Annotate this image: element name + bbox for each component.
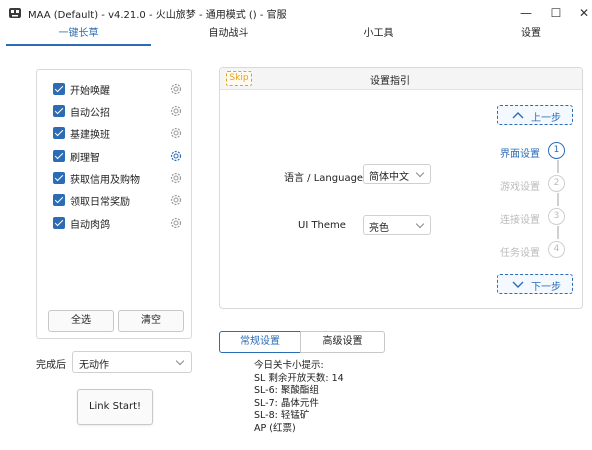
theme-value: 亮色	[369, 223, 389, 234]
task-label: 刷理智	[70, 152, 100, 164]
tab-settings[interactable]: 设置	[456, 25, 592, 47]
task-label: 自动公招	[70, 107, 110, 119]
gear-icon[interactable]	[169, 216, 183, 230]
link-start-button[interactable]: Link Start!	[77, 389, 153, 425]
gear-icon[interactable]	[169, 149, 183, 163]
theme-label: UI Theme	[298, 220, 346, 231]
tab-advanced-settings[interactable]: 高级设置	[300, 331, 385, 353]
stage-tips: 今日关卡小提示: SL 剩余开放天数: 14 SL-6: 聚酸酯组 SL-7: …	[254, 360, 344, 435]
task-checkbox[interactable]	[53, 127, 65, 139]
language-label: 语言 / Language	[284, 173, 364, 184]
task-item-daily-rewards[interactable]: 领取日常奖励	[53, 191, 183, 209]
settings-guide-panel: Skip 设置指引 语言 / Language 简体中文 UI Theme 亮色…	[219, 67, 583, 309]
title-bar: MAA (Default) - v4.21.0 - 火山旅梦 - 通用模式 ()…	[0, 0, 592, 26]
close-button[interactable]: ✕	[562, 0, 592, 26]
step-number-3[interactable]: 3	[548, 208, 565, 225]
language-value: 简体中文	[369, 172, 409, 183]
task-item-recruit[interactable]: 自动公招	[53, 102, 183, 120]
step-number-1[interactable]: 1	[548, 142, 565, 159]
task-checkbox[interactable]	[53, 217, 65, 229]
task-label: 领取日常奖励	[70, 196, 130, 208]
task-item-credit-shop[interactable]: 获取信用及购物	[53, 169, 183, 187]
tab-regular-settings[interactable]: 常规设置	[219, 331, 301, 353]
select-all-button[interactable]: 全选	[48, 310, 114, 332]
language-select[interactable]: 简体中文	[363, 164, 431, 184]
tip-line: SL-7: 晶体元件	[254, 397, 319, 409]
gear-icon[interactable]	[169, 82, 183, 96]
task-item-infrastructure[interactable]: 基建换班	[53, 124, 183, 142]
main-tabs: 一键长草 自动战斗 小工具 设置	[0, 25, 592, 47]
chevron-down-icon	[512, 281, 524, 288]
task-label: 开始唤醒	[70, 85, 110, 97]
app-logo-icon	[9, 8, 21, 18]
after-completion-value: 无动作	[79, 360, 109, 371]
step-number-2[interactable]: 2	[548, 175, 565, 192]
tip-line: SL-8: 轻锰矿	[254, 410, 310, 421]
theme-select[interactable]: 亮色	[363, 215, 431, 235]
chevron-up-icon	[512, 112, 524, 119]
guide-title: 设置指引	[370, 76, 410, 87]
task-checkbox[interactable]	[53, 194, 65, 206]
tip-line: SL-6: 聚酸酯组	[254, 385, 319, 396]
after-completion-label: 完成后	[36, 360, 66, 371]
step-label-interface[interactable]: 界面设置	[480, 145, 540, 160]
next-step-label: 下一步	[531, 282, 561, 293]
after-completion-select[interactable]: 无动作	[72, 351, 192, 373]
clear-button[interactable]: 清空	[118, 310, 184, 332]
tab-tools[interactable]: 小工具	[306, 25, 451, 47]
chevron-down-icon	[415, 219, 425, 229]
step-label-game[interactable]: 游戏设置	[480, 178, 540, 193]
step-number-4[interactable]: 4	[548, 241, 565, 258]
task-checkbox[interactable]	[53, 83, 65, 95]
gear-icon[interactable]	[169, 126, 183, 140]
task-item-roguelike[interactable]: 自动肉鸽	[53, 214, 183, 232]
guide-header: Skip 设置指引	[220, 68, 582, 90]
next-step-button[interactable]: 下一步	[497, 274, 573, 294]
task-label: 获取信用及购物	[70, 174, 140, 186]
gear-icon[interactable]	[169, 171, 183, 185]
tab-auto-battle[interactable]: 自动战斗	[156, 25, 301, 47]
step-connector	[557, 193, 559, 206]
tip-line: 今日关卡小提示:	[254, 360, 324, 371]
chevron-down-icon	[415, 168, 425, 178]
window-title: MAA (Default) - v4.21.0 - 火山旅梦 - 通用模式 ()…	[28, 10, 287, 21]
prev-step-label: 上一步	[531, 113, 561, 124]
task-item-sanity[interactable]: 刷理智	[53, 147, 183, 165]
step-label-tasks[interactable]: 任务设置	[480, 244, 540, 259]
gear-icon[interactable]	[169, 104, 183, 118]
gear-icon[interactable]	[169, 193, 183, 207]
skip-button[interactable]: Skip	[226, 71, 252, 86]
task-item-wakeup[interactable]: 开始唤醒	[53, 80, 183, 98]
tip-line: SL 剩余开放天数: 14	[254, 372, 344, 384]
chevron-down-icon	[175, 356, 185, 366]
task-label: 基建换班	[70, 129, 110, 141]
step-connector	[557, 226, 559, 239]
prev-step-button[interactable]: 上一步	[497, 105, 573, 125]
step-label-connection[interactable]: 连接设置	[480, 211, 540, 226]
active-tab-indicator	[6, 44, 151, 46]
task-checkbox[interactable]	[53, 150, 65, 162]
task-label: 自动肉鸽	[70, 219, 110, 231]
step-connector	[557, 160, 559, 173]
task-checkbox[interactable]	[53, 105, 65, 117]
task-list-panel: 开始唤醒 自动公招 基建换班 刷理智 获取信用及购物 领取日常奖励 自动肉鸽 全…	[36, 69, 192, 339]
tip-line: AP (红票)	[254, 422, 296, 434]
task-checkbox[interactable]	[53, 172, 65, 184]
